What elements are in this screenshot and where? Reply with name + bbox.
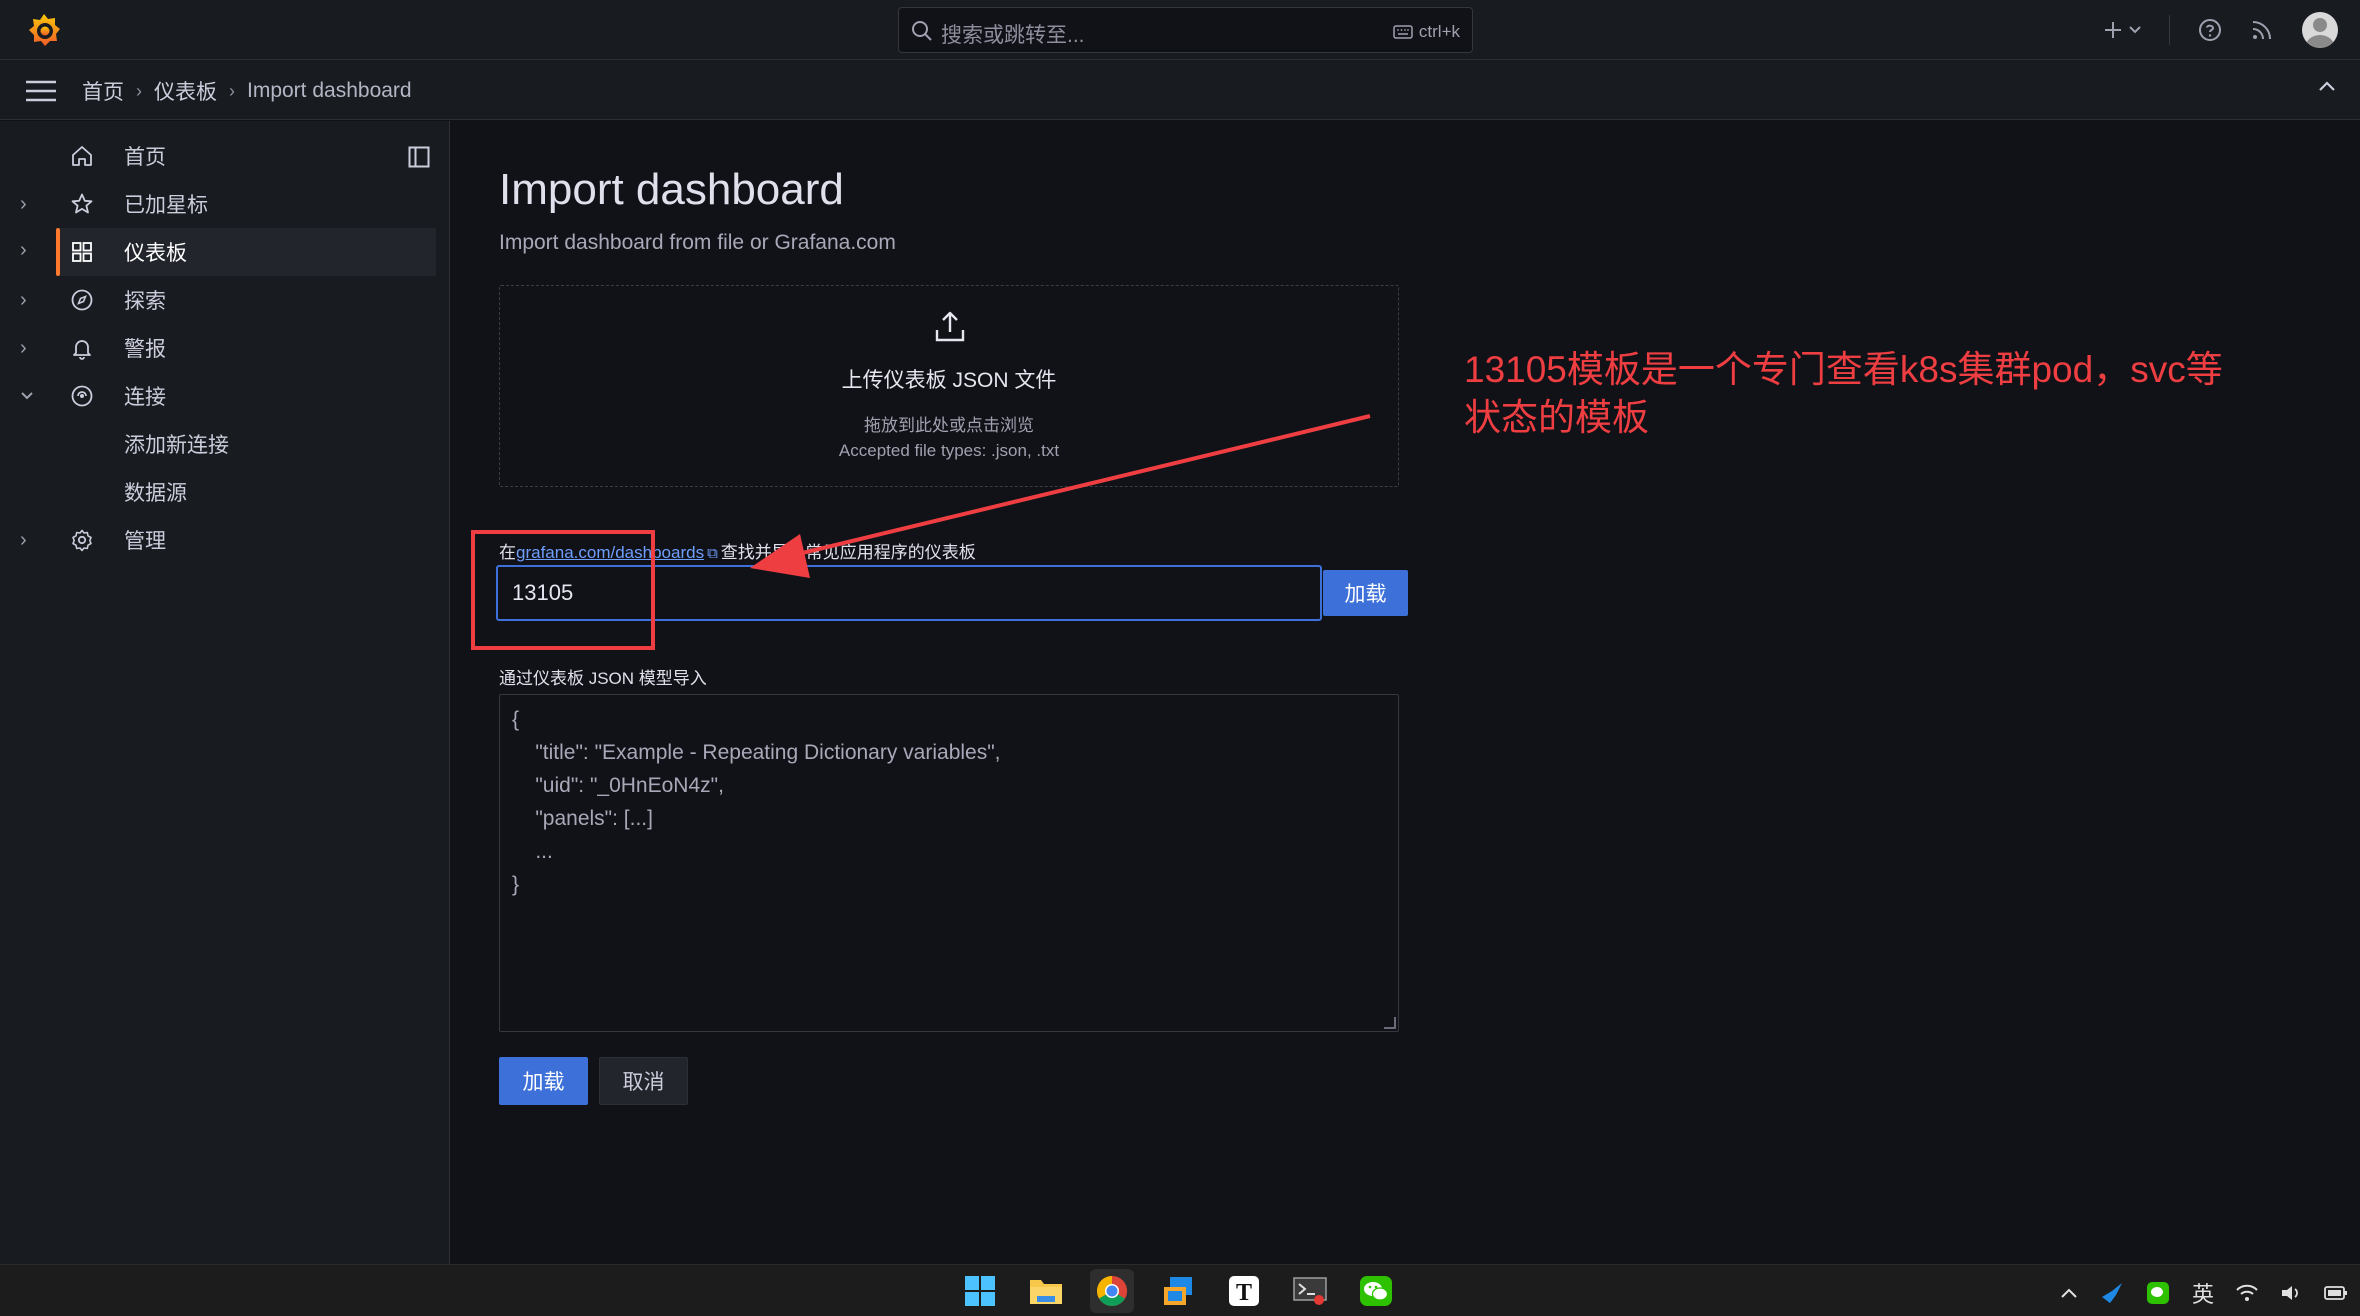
gear-icon: [72, 529, 92, 552]
resize-handle[interactable]: [1384, 1017, 1396, 1029]
breadcrumb-dashboards[interactable]: 仪表板: [154, 76, 217, 106]
upload-accepted-types: Accepted file types: .json, .txt: [838, 441, 1060, 460]
page-subtitle: Import dashboard from file or Grafana.co…: [499, 231, 896, 254]
app-tray-icon[interactable]: [2100, 1281, 2124, 1305]
taskbar-apps: T: [958, 1269, 1398, 1313]
upload-hint: 拖放到此处或点击浏览: [864, 416, 1034, 435]
system-tray: 英: [2060, 1277, 2348, 1309]
chevron-down-icon[interactable]: [20, 391, 34, 401]
input-language[interactable]: 英: [2192, 1277, 2214, 1309]
topbar-divider: [2169, 15, 2170, 45]
sidebar-item-administration[interactable]: › 管理: [0, 516, 450, 564]
json-model-textarea[interactable]: { "title": "Example - Repeating Dictiona…: [499, 694, 1399, 1032]
chrome-icon[interactable]: [1090, 1269, 1134, 1313]
star-icon: [71, 193, 93, 214]
top-bar: 搜索或跳转至... ctrl+k: [0, 0, 2360, 60]
sidebar-item-dashboards[interactable]: 仪表板: [56, 228, 436, 276]
sidebar-item-starred[interactable]: › 已加星标: [0, 180, 450, 228]
compass-icon: [71, 289, 93, 311]
load-id-button[interactable]: 加载: [1323, 570, 1408, 616]
link-icon: [71, 385, 93, 407]
bell-icon: [73, 340, 91, 360]
rss-icon[interactable]: [2250, 18, 2274, 42]
breadcrumb-separator: ›: [136, 80, 142, 101]
sidebar-item-label: 管理: [124, 530, 166, 553]
wechat-tray-icon[interactable]: [2146, 1281, 2170, 1305]
json-model-label: 通过仪表板 JSON 模型导入: [499, 669, 707, 688]
sidebar-item-connections[interactable]: 连接: [0, 372, 450, 420]
json-placeholder: { "title": "Example - Repeating Dictiona…: [512, 708, 1001, 896]
page-title: Import dashboard: [499, 165, 844, 214]
sidebar-item-label: 已加星标: [124, 194, 208, 217]
chevron-down-icon: [2129, 26, 2141, 34]
external-link-icon[interactable]: ⧉: [707, 545, 718, 562]
search-placeholder: 搜索或跳转至...: [941, 24, 1085, 47]
label-suffix: 查找并导入常见应用程序的仪表板: [720, 543, 976, 562]
chevron-right-icon[interactable]: ›: [20, 529, 27, 552]
annotation-text: 13105模板是一个专门查看k8s集群pod，svc等状态的模板: [1464, 349, 2223, 438]
home-icon: [72, 146, 92, 166]
snipping-tool-icon[interactable]: [1288, 1269, 1332, 1313]
volume-icon[interactable]: [2280, 1284, 2302, 1302]
sidebar: 首页 › 已加星标 › 仪表板 › 探索 › 警报 连接 添加新连接 数据源 ›…: [0, 121, 450, 1264]
load-button[interactable]: 加载: [499, 1057, 588, 1105]
plus-icon: [2105, 22, 2121, 38]
breadcrumb-separator: ›: [229, 80, 235, 101]
sidebar-item-home[interactable]: 首页: [0, 132, 450, 180]
chevron-right-icon[interactable]: ›: [20, 337, 27, 360]
breadcrumb-current: Import dashboard: [247, 79, 412, 102]
battery-icon[interactable]: [2324, 1285, 2348, 1301]
sidebar-item-label: 警报: [124, 338, 166, 361]
chevron-right-icon[interactable]: ›: [20, 239, 27, 262]
keyboard-icon: [1393, 25, 1413, 39]
search-bar[interactable]: 搜索或跳转至... ctrl+k: [898, 7, 1473, 53]
apps-icon: [72, 242, 92, 262]
chevron-right-icon[interactable]: ›: [20, 289, 27, 312]
upload-icon: [935, 311, 965, 342]
avatar[interactable]: [2302, 12, 2338, 48]
chevron-up-icon[interactable]: [2060, 1287, 2078, 1299]
sidebar-item-label: 仪表板: [124, 242, 187, 265]
breadcrumb-bar: 首页 › 仪表板 › Import dashboard: [0, 60, 2360, 120]
sidebar-item-data-sources[interactable]: 数据源: [0, 468, 450, 516]
sidebar-item-label: 添加新连接: [124, 434, 229, 457]
breadcrumb: 首页 › 仪表板 › Import dashboard: [82, 76, 412, 106]
annotation-highlight-box: [471, 530, 655, 650]
new-button[interactable]: [2103, 20, 2141, 40]
main-content: Import dashboard Import dashboard from f…: [451, 121, 2360, 1264]
remote-desktop-icon[interactable]: [1156, 1269, 1200, 1313]
upload-heading: 上传仪表板 JSON 文件: [841, 369, 1057, 392]
cancel-button[interactable]: 取消: [599, 1057, 688, 1105]
svg-text:T: T: [1236, 1280, 1252, 1306]
sidebar-item-alerting[interactable]: › 警报: [0, 324, 450, 372]
chevron-right-icon[interactable]: ›: [20, 193, 27, 216]
sidebar-item-label: 数据源: [124, 482, 187, 505]
grafana-logo-icon[interactable]: [24, 10, 64, 50]
typora-icon[interactable]: T: [1222, 1269, 1266, 1313]
menu-icon[interactable]: [26, 80, 56, 102]
sidebar-item-explore[interactable]: › 探索: [0, 276, 450, 324]
sidebar-item-label: 探索: [124, 290, 166, 313]
help-icon[interactable]: [2198, 18, 2222, 42]
upload-dropzone[interactable]: 上传仪表板 JSON 文件 拖放到此处或点击浏览 Accepted file t…: [499, 285, 1399, 487]
breadcrumb-home[interactable]: 首页: [82, 76, 124, 106]
shortcut-label: ctrl+k: [1418, 22, 1460, 41]
chevron-up-icon[interactable]: [2318, 80, 2336, 92]
search-shortcut: ctrl+k: [1393, 22, 1460, 42]
os-taskbar: T 英: [0, 1264, 2360, 1316]
wechat-icon[interactable]: [1354, 1269, 1398, 1313]
search-icon: [912, 21, 932, 41]
sidebar-item-label: 连接: [124, 386, 166, 409]
sidebar-item-label: 首页: [124, 146, 166, 169]
file-explorer-icon[interactable]: [1024, 1269, 1068, 1313]
windows-start-icon[interactable]: [958, 1269, 1002, 1313]
topbar-actions: [2103, 10, 2338, 50]
sidebar-item-add-connection[interactable]: 添加新连接: [0, 420, 450, 468]
wifi-icon[interactable]: [2236, 1284, 2258, 1302]
